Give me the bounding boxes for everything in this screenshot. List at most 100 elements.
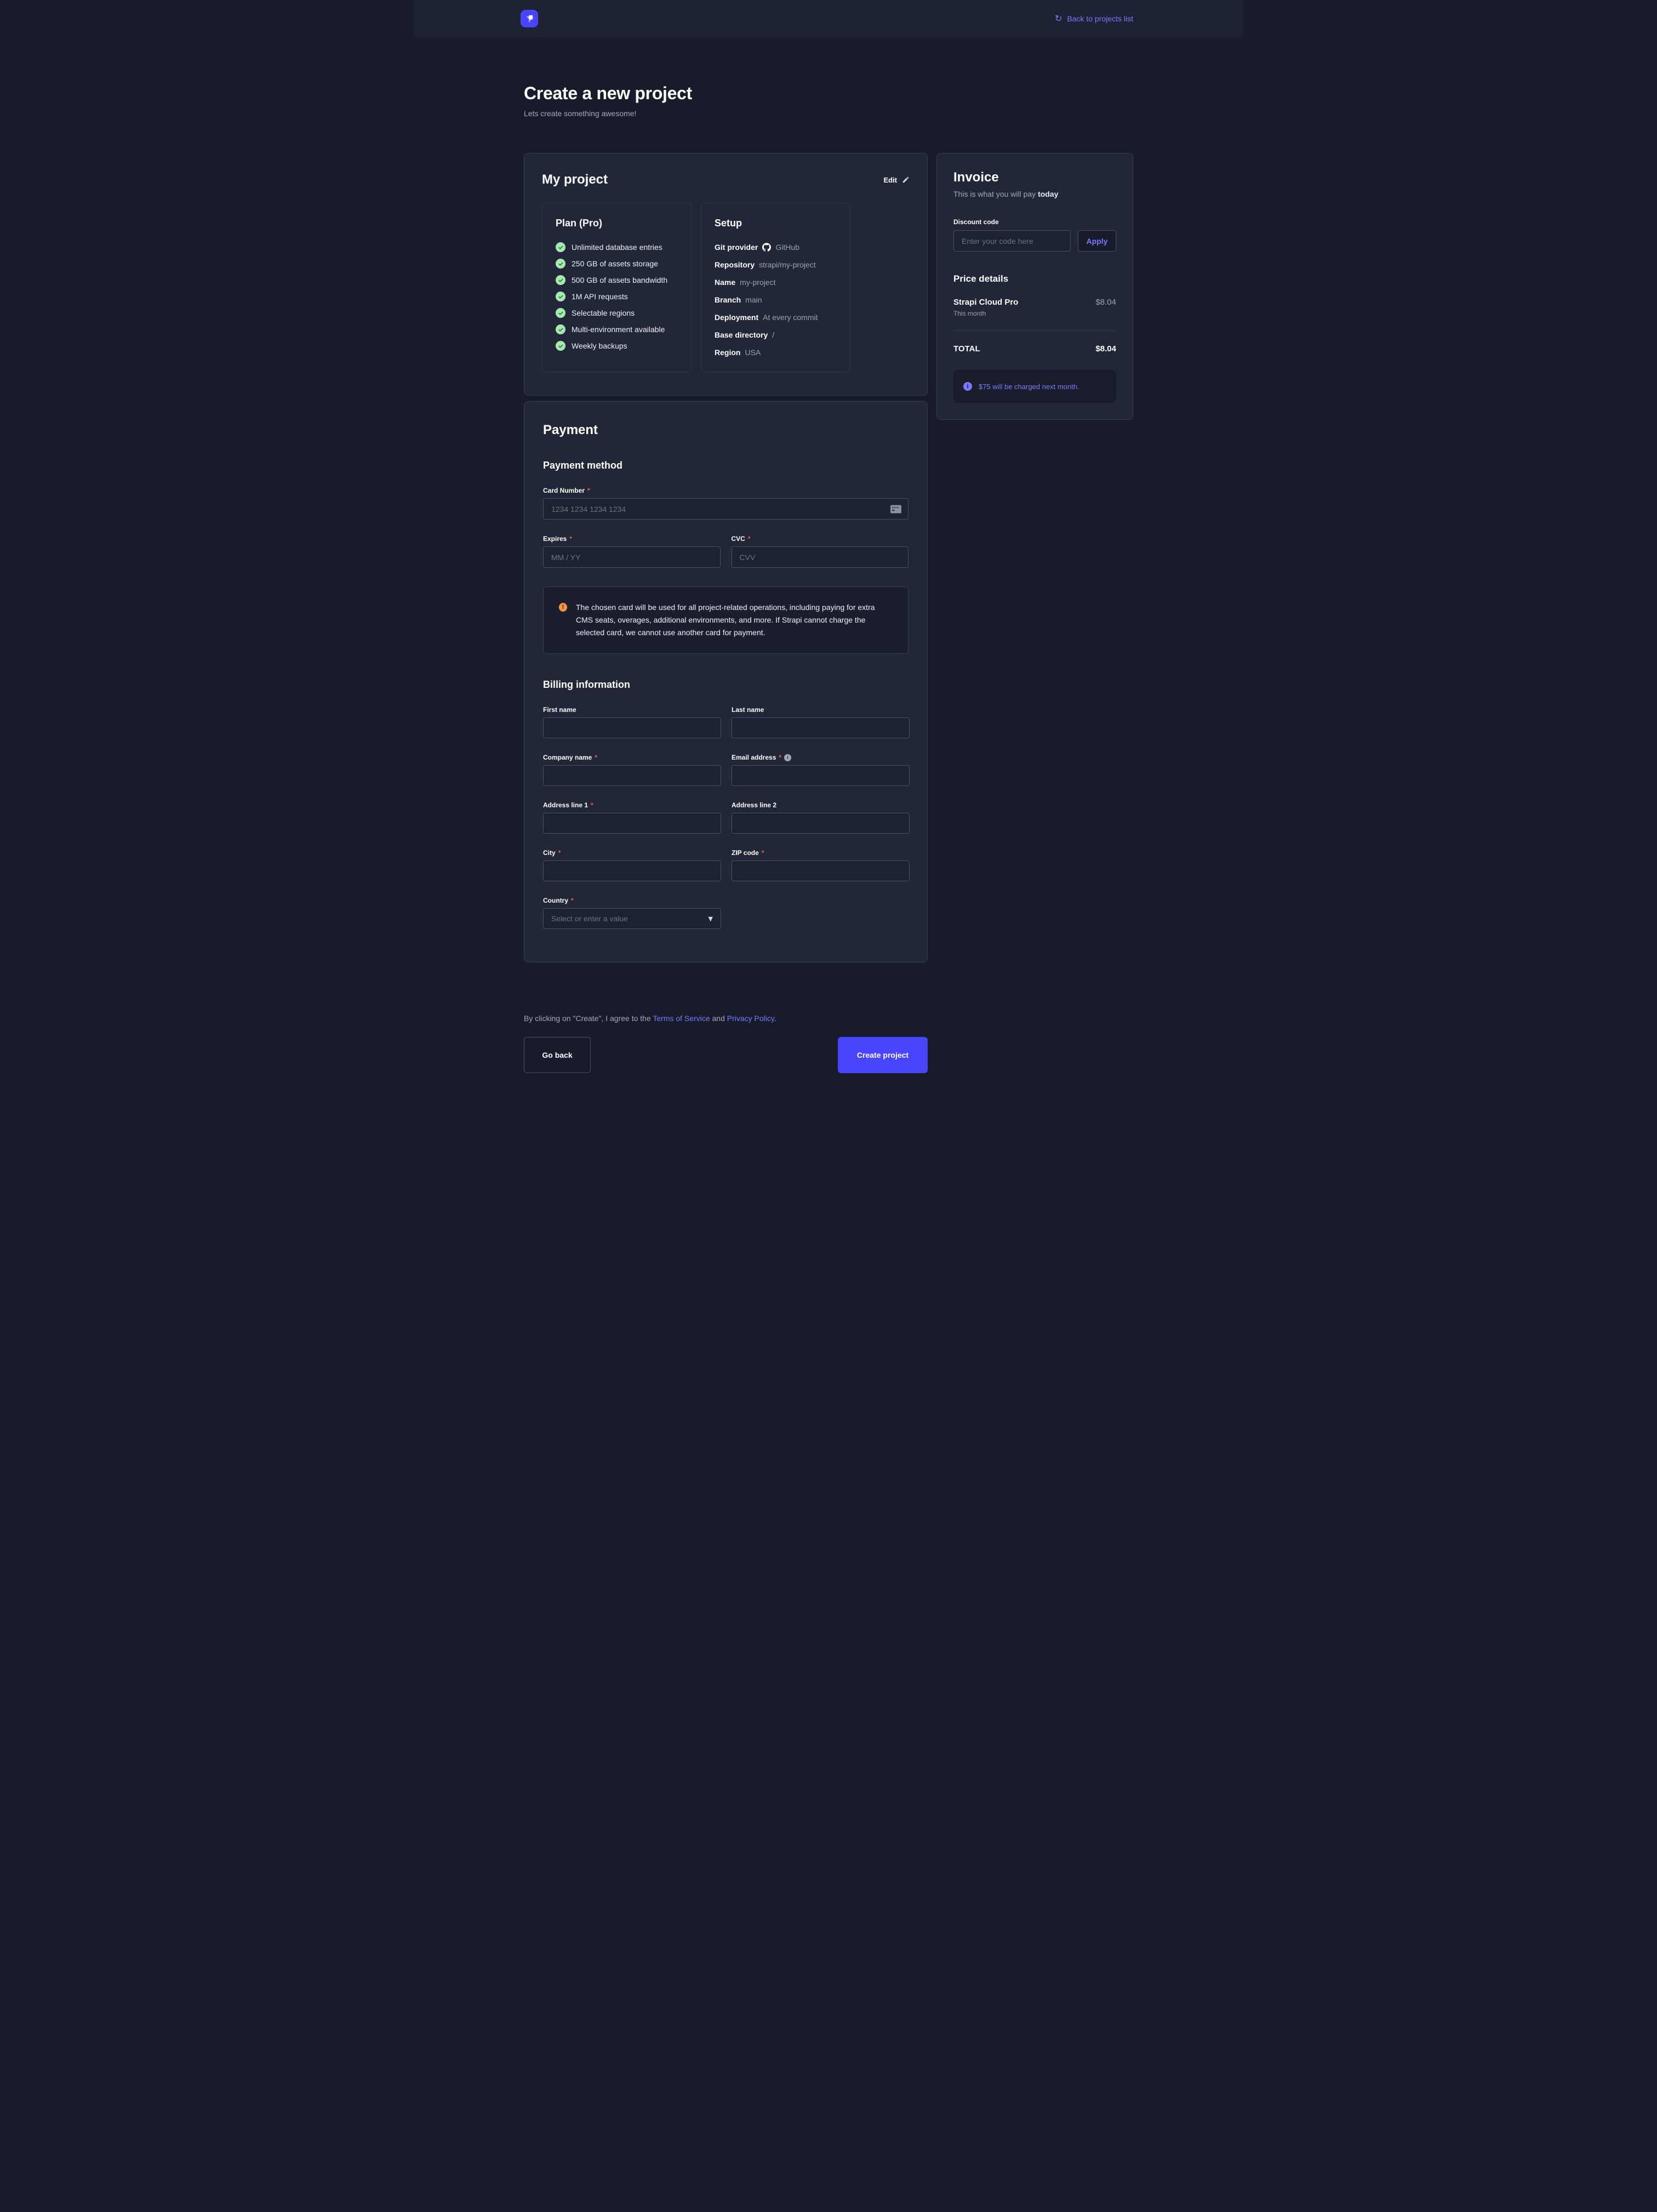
zip-code-input[interactable] [732, 860, 910, 881]
discount-code-input[interactable] [953, 230, 1071, 252]
country-select[interactable]: Select or enter a value ▼ [543, 908, 721, 929]
setup-box: Setup Git provider GitHub Repository [701, 203, 850, 372]
last-name-field: Last name [732, 706, 910, 738]
redo-icon: ↻ [1055, 14, 1062, 23]
credit-card-icon [890, 505, 901, 513]
line-item-amount: $8.04 [1095, 298, 1116, 317]
chevron-down-icon: ▼ [708, 915, 713, 922]
total-label: TOTAL [953, 344, 980, 354]
page-subtitle: Lets create something awesome! [524, 109, 1133, 118]
terms-agreement-text: By clicking on "Create", I agree to the … [524, 1014, 928, 1023]
expires-field: Expires* [543, 535, 721, 568]
check-icon [556, 292, 565, 301]
address-line-2-label: Address line 2 [732, 801, 910, 809]
plan-box: Plan (Pro) Unlimited database entries 25… [542, 203, 692, 372]
back-to-projects-link[interactable]: ↻ Back to projects list [1055, 14, 1133, 23]
city-label: City* [543, 849, 721, 857]
billing-information-title: Billing information [543, 679, 909, 691]
plan-feature: 250 GB of assets storage [556, 259, 678, 269]
go-back-button[interactable]: Go back [524, 1037, 591, 1073]
setup-row-branch: Branch main [715, 295, 837, 305]
company-name-field: Company name* [543, 754, 721, 786]
price-line-item: Strapi Cloud Pro This month $8.04 [953, 298, 1116, 317]
check-icon [556, 324, 565, 334]
zip-code-field: ZIP code* [732, 849, 910, 881]
setup-row-git-provider: Git provider GitHub [715, 242, 837, 252]
address-line-1-field: Address line 1* [543, 801, 721, 834]
strapi-bolt-icon [523, 13, 535, 25]
page-title: Create a new project [524, 83, 1133, 104]
project-card-title: My project [542, 172, 608, 187]
edit-project-button[interactable]: Edit [883, 176, 910, 184]
line-item-name: Strapi Cloud Pro [953, 298, 1018, 307]
apply-discount-button[interactable]: Apply [1078, 230, 1116, 252]
cvc-input[interactable] [732, 546, 909, 568]
check-icon [556, 275, 565, 285]
payment-method-title: Payment method [543, 460, 909, 471]
card-number-input[interactable] [543, 498, 909, 520]
payment-card: Payment Payment method Card Number* [524, 401, 928, 962]
setup-row-name: Name my-project [715, 277, 837, 287]
address-line-1-input[interactable] [543, 813, 721, 834]
my-project-card: My project Edit Plan (Pro) Unlimited dat… [524, 153, 928, 396]
required-asterisk: * [571, 897, 574, 904]
plan-feature: Multi-environment available [556, 324, 678, 334]
email-info-icon[interactable]: i [784, 754, 791, 761]
plan-box-title: Plan (Pro) [556, 218, 678, 229]
email-address-input[interactable] [732, 765, 910, 786]
zip-code-label: ZIP code* [732, 849, 910, 857]
pencil-icon [902, 176, 910, 184]
edit-label: Edit [883, 176, 897, 184]
required-asterisk: * [595, 754, 597, 761]
total-amount: $8.04 [1095, 344, 1116, 354]
card-usage-notice: ! The chosen card will be used for all p… [543, 586, 909, 654]
city-input[interactable] [543, 860, 721, 881]
warning-icon: ! [559, 603, 567, 612]
card-number-label: Card Number* [543, 487, 909, 494]
required-asterisk: * [762, 849, 764, 857]
cvc-label: CVC* [732, 535, 909, 543]
first-name-label: First name [543, 706, 721, 714]
expires-label: Expires* [543, 535, 721, 543]
card-usage-notice-text: The chosen card will be used for all pro… [576, 601, 893, 639]
terms-of-service-link[interactable]: Terms of Service [653, 1014, 710, 1023]
invoice-divider [953, 330, 1116, 331]
check-icon [556, 341, 565, 351]
first-name-field: First name [543, 706, 721, 738]
invoice-total-row: TOTAL $8.04 [953, 344, 1116, 354]
plan-feature-list: Unlimited database entries 250 GB of ass… [556, 242, 678, 351]
info-icon: i [963, 382, 972, 391]
last-name-input[interactable] [732, 717, 910, 738]
privacy-policy-link[interactable]: Privacy Policy [727, 1014, 774, 1023]
company-name-input[interactable] [543, 765, 721, 786]
invoice-card: Invoice This is what you will pay today … [936, 153, 1133, 420]
setup-row-region: Region USA [715, 347, 837, 357]
first-name-input[interactable] [543, 717, 721, 738]
setup-row-base-directory: Base directory / [715, 330, 837, 340]
strapi-cloud-logo[interactable] [521, 10, 538, 27]
discount-code-label: Discount code [953, 218, 1116, 226]
required-asterisk: * [558, 849, 561, 857]
payment-title: Payment [543, 423, 909, 438]
city-field: City* [543, 849, 721, 881]
check-icon [556, 242, 565, 252]
plan-feature: Selectable regions [556, 308, 678, 318]
price-details-title: Price details [953, 273, 1116, 284]
last-name-label: Last name [732, 706, 910, 714]
company-name-label: Company name* [543, 754, 721, 761]
address-line-2-input[interactable] [732, 813, 910, 834]
invoice-subtitle: This is what you will pay today [953, 190, 1116, 198]
expires-input[interactable] [543, 546, 721, 568]
country-label: Country* [543, 897, 721, 904]
plan-feature: Weekly backups [556, 341, 678, 351]
country-select-placeholder: Select or enter a value [551, 914, 628, 923]
main-content: Create a new project Lets create somethi… [524, 83, 1133, 1111]
create-project-button[interactable]: Create project [838, 1037, 928, 1073]
line-item-period: This month [953, 310, 1018, 317]
next-month-charge-text: $75 will be charged next month. [979, 383, 1079, 391]
setup-row-deployment: Deployment At every commit [715, 312, 837, 322]
required-asterisk: * [748, 535, 751, 543]
email-address-label: Email address* i [732, 754, 910, 761]
plan-feature: Unlimited database entries [556, 242, 678, 252]
address-line-1-label: Address line 1* [543, 801, 721, 809]
